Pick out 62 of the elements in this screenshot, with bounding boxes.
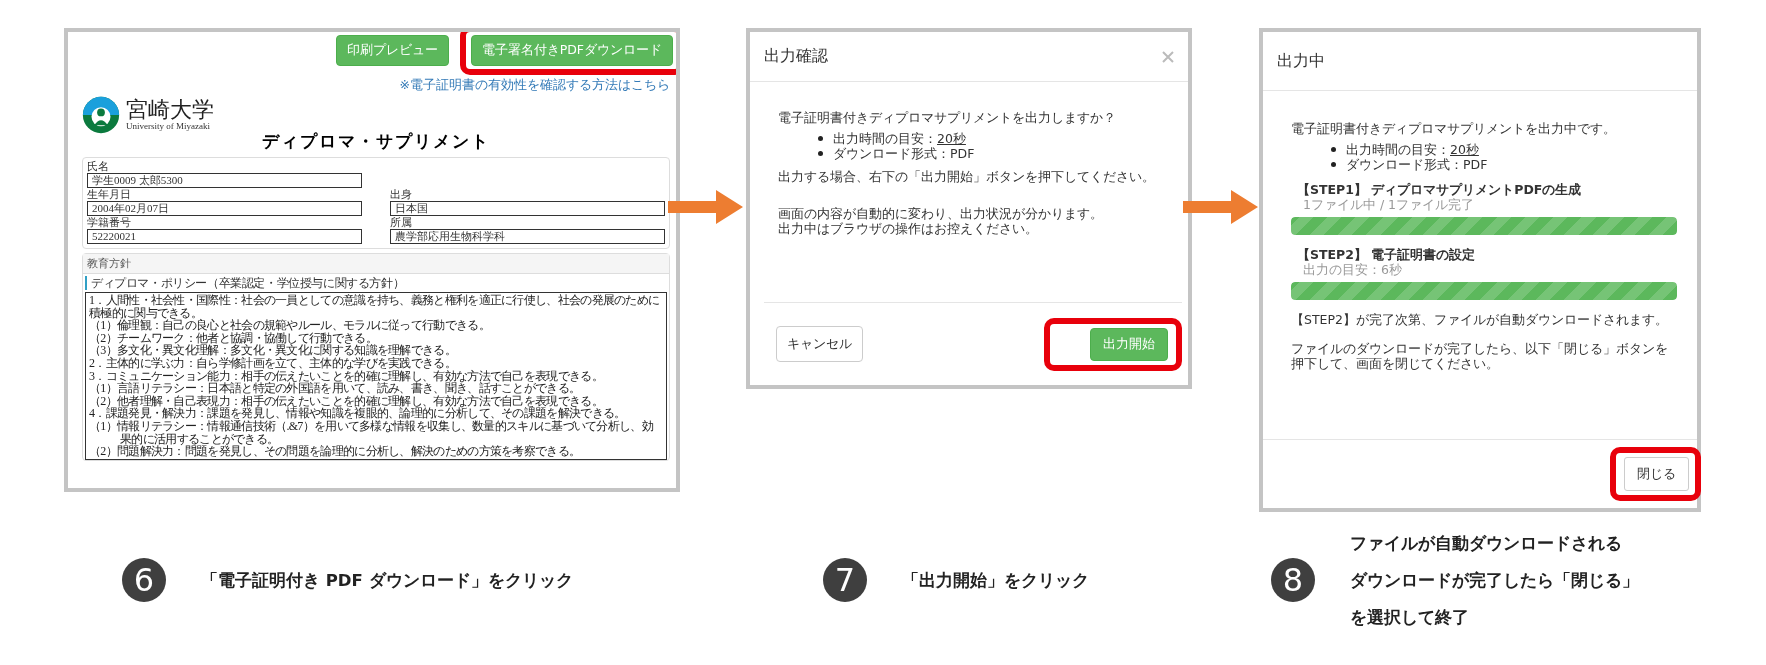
field-value: 農学部応用生物科学科 — [390, 229, 665, 244]
step-caption: ファイルが自動ダウンロードされる — [1350, 532, 1623, 555]
policy-text: 3．コミュニケーション能力：相手の伝えたいことを的確に理解し、有効な方法で自己を表現できる。 — [89, 369, 604, 383]
step-caption: 「出力開始」をクリック — [902, 569, 1089, 592]
field-label: 所属 — [390, 216, 413, 229]
section-subtitle: ディプロマ・ポリシー（卒業認定・学位授与に関する方針） — [85, 276, 667, 290]
action-button[interactable]: 閉じる — [1624, 457, 1689, 491]
field-value: 2004年02月07日 — [87, 201, 362, 216]
step-detail: 出力の目安：6秒 — [1303, 262, 1403, 277]
policy-text: （1）言語リテラシー：日本語と特定の外国語を用いて、読み、書き、聞き、話すことができる。 — [89, 382, 581, 395]
policy-text: （2）問題解決力：問題を発見し、その問題を論理的に分析し、解決のための方策を考察できる。 — [89, 445, 582, 458]
step-number: 8 — [1271, 558, 1315, 602]
bullet-icon — [818, 136, 823, 141]
dialog-title: 出力確認 — [764, 46, 828, 67]
section-header: 教育方針 — [83, 254, 669, 274]
duration-link[interactable]: 20秒 — [1450, 142, 1479, 157]
policy-text: （3）多文化・異文化理解：多文化・異文化に関する知識を理解できる。 — [89, 344, 457, 357]
field-label: 氏名 — [87, 160, 110, 173]
step-detail: 1ファイル中 / 1ファイル完了 — [1303, 197, 1476, 212]
bullet-icon — [1331, 147, 1336, 152]
help-link[interactable]: ※電子証明書の有効性を確認する方法はこちら — [399, 77, 670, 92]
duration-link[interactable]: 20秒 — [937, 131, 966, 146]
logo-icon — [82, 96, 120, 134]
dialog-question: 電子証明書付きディプロマサプリメントを出力しますか？ — [778, 110, 1117, 125]
field-value: 日本国 — [390, 201, 665, 216]
step-caption: 「電子証明付き PDF ダウンロード」をクリック — [201, 569, 573, 592]
action-button[interactable]: キャンセル — [776, 326, 863, 362]
bullet-text: 出力時間の目安：20秒 — [1346, 142, 1479, 157]
dialog-text: 電子証明書付きディプロマサプリメントを出力中です。 — [1291, 121, 1617, 136]
dialog-title: 出力中 — [1277, 50, 1325, 72]
dialog-text: 【STEP2】が完了次第、ファイルが自動ダウンロードされます。 — [1291, 312, 1669, 327]
bullet-icon — [1331, 162, 1336, 167]
field-label: 学籍番号 — [87, 216, 132, 229]
close-icon[interactable] — [1162, 50, 1174, 63]
document-title: ディプロマ・サプリメント — [261, 130, 491, 153]
field-value: 52220021 — [87, 229, 362, 244]
bullet-text: 出力時間の目安：20秒 — [833, 131, 966, 146]
step-title: 【STEP1】 ディプロマサプリメントPDFの生成 — [1297, 182, 1583, 197]
logo-text: 宮崎大学 — [126, 99, 214, 121]
step-number: 6 — [122, 558, 166, 602]
field-label: 生年月日 — [87, 188, 132, 201]
dialog-text: 出力中はブラウザの操作はお控えください。 — [778, 221, 1039, 236]
field-label: 出身 — [390, 188, 413, 201]
dialog-text: ファイルのダウンロードが完了したら、以下「閉じる」ボタンを押下して、画面を閉じてください。 — [1291, 341, 1669, 371]
policy-text: （2）チームワーク：他者と協調・協働して行動できる。 — [89, 331, 377, 345]
bullet-text: ダウンロード形式：PDF — [833, 146, 975, 161]
step-caption: を選択して終了 — [1350, 606, 1470, 629]
dialog-text: 出力する場合、右下の「出力開始」ボタンを押下してください。 — [778, 169, 1156, 184]
bullet-text: ダウンロード形式：PDF — [1346, 157, 1488, 172]
policy-text: 4．課題発見・解決力：課題を発見し、情報や知識を複眼的、論理的に分析して、その課題を解決できる。 — [89, 407, 626, 420]
dialog-text: 画面の内容が自動的に変わり、出力状況が分かります。 — [778, 206, 1104, 221]
policy-text: （1）倫理観：自己の良心と社会の規範やルール、モラルに従って行動できる。 — [89, 319, 491, 332]
step-number: 7 — [823, 558, 867, 602]
step-title: 【STEP2】 電子証明書の設定 — [1297, 247, 1477, 262]
step-caption: ダウンロードが完了したら「閉じる」 — [1350, 569, 1639, 592]
field-value: 学生0009 太郎5300 — [87, 173, 362, 188]
policy-text: （2）他者理解・自己表現力：相手の伝えたいことを的確に理解し、有効な方法で自己を表現できる。 — [89, 394, 604, 408]
policy-text: 2．主体的に学ぶ力：自ら学修計画を立て、主体的な学びを実践できる。 — [89, 356, 457, 370]
policy-text: 1．人間性・社会性・国際性：社会の一員としての意識を持ち、義務と権利を適正に行使し、社会の発展のために積極的に関与できる。 — [89, 294, 661, 320]
policy-text: （1）情報リテラシー：情報通信技術（.&7）を用いて多様な情報を収集し、数量的スキルに基づいて分析し、効果的に活用することができる。 — [89, 419, 654, 446]
logo-subtitle: University of Miyazaki — [126, 121, 211, 131]
bullet-icon — [818, 151, 823, 156]
